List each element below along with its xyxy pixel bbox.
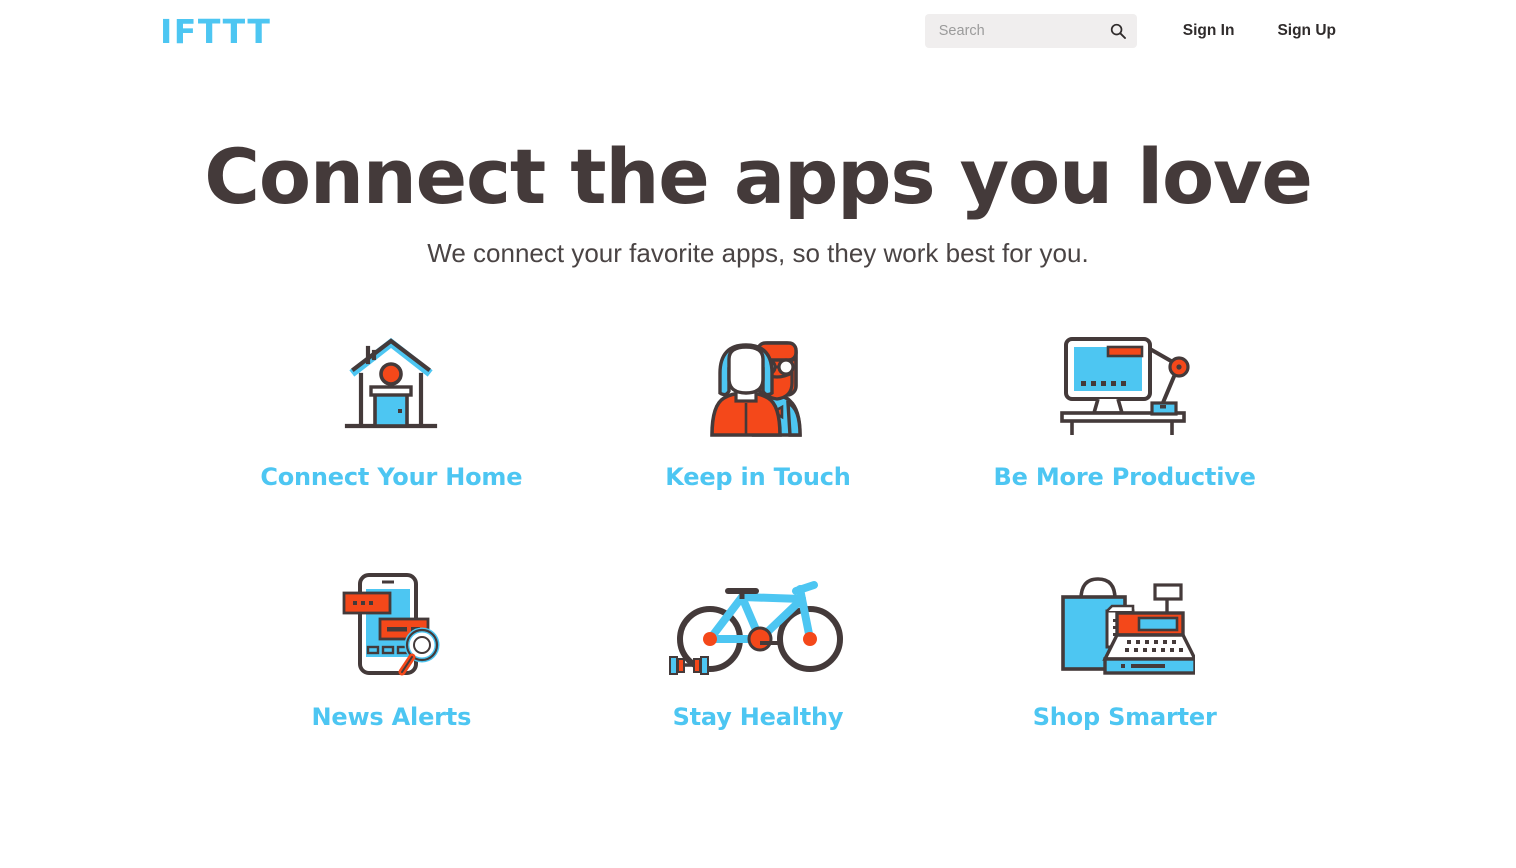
category-label: News Alerts [311,702,472,731]
category-label: Shop Smarter [1032,702,1217,731]
category-stay-healthy[interactable]: Stay Healthy [575,565,942,731]
shopping-bag-cash-register-icon [1055,565,1195,677]
category-label: Stay Healthy [672,702,844,731]
search-box[interactable] [924,14,1137,48]
category-label: Be More Productive [993,462,1256,491]
desktop-computer-icon [1059,325,1190,437]
category-connect-your-home[interactable]: Connect Your Home [208,325,575,491]
search-input[interactable] [936,22,1103,40]
ifttt-logo[interactable]: IFTTT [160,15,271,48]
page-subtitle: We connect your favorite apps, so they w… [427,237,1089,268]
category-be-more-productive[interactable]: Be More Productive [941,325,1308,491]
search-icon[interactable] [1110,23,1126,39]
category-shop-smarter[interactable]: Shop Smarter [941,565,1308,731]
category-grid: Connect Your Home Keep in Touch Be More … [208,325,1308,731]
hero-section: Connect the apps you love We connect you… [0,138,1516,269]
category-keep-in-touch[interactable]: Keep in Touch [575,325,942,491]
bicycle-icon [664,565,852,677]
people-icon [696,325,820,437]
site-header: IFTTT Sign In Sign Up [0,0,1516,62]
sign-in-link[interactable]: Sign In [1183,22,1235,40]
phone-notifications-icon [332,565,450,677]
category-label: Keep in Touch [665,462,851,491]
house-icon [335,325,447,437]
page-title: Connect the apps you love [204,132,1313,221]
sign-up-link[interactable]: Sign Up [1277,22,1336,40]
category-news-alerts[interactable]: News Alerts [208,565,575,731]
header-actions: Sign In Sign Up [924,14,1336,48]
category-label: Connect Your Home [260,462,523,491]
